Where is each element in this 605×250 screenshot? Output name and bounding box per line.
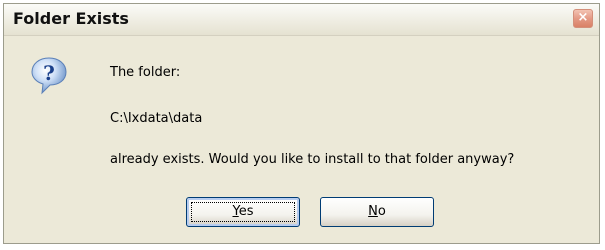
message-line-folder: The folder: — [110, 65, 181, 80]
title-bar[interactable]: Folder Exists × — [4, 4, 599, 36]
dialog-title: Folder Exists — [13, 9, 129, 28]
message-line-exists: already exists. Would you like to instal… — [110, 152, 515, 167]
no-button[interactable]: No — [320, 197, 434, 227]
svg-text:?: ? — [43, 61, 55, 85]
yes-button[interactable]: Yes — [186, 197, 300, 227]
no-button-label: No — [368, 204, 386, 219]
folder-exists-dialog: Folder Exists × ? The folder: C:\Ixdata\… — [3, 3, 600, 244]
close-icon: × — [577, 10, 589, 25]
yes-button-label: Yes — [232, 204, 254, 219]
close-button[interactable]: × — [573, 9, 593, 28]
message-folder-path: C:\Ixdata\data — [110, 111, 203, 126]
question-icon: ? — [31, 57, 67, 95]
